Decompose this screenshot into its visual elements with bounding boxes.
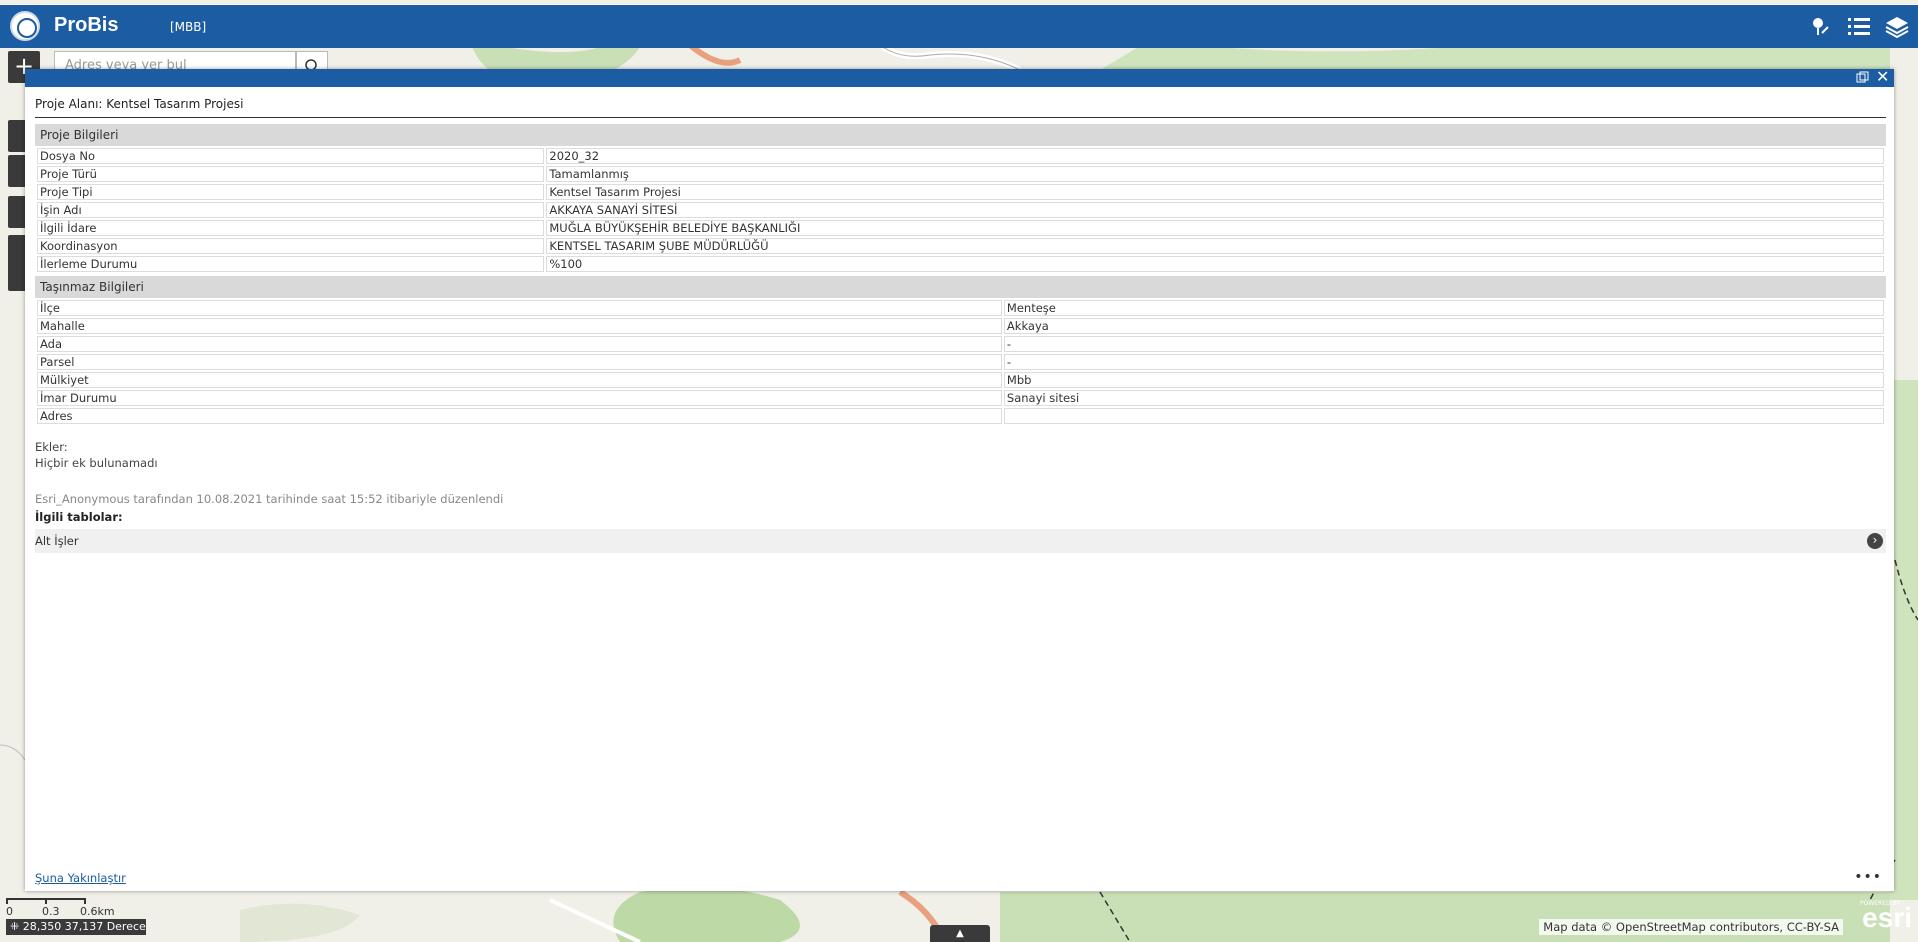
attribute-value (1003, 408, 1884, 424)
proje-row: Proje Türü Tamamlanmış (37, 166, 1884, 182)
restore-icon[interactable] (1856, 71, 1869, 84)
attribute-value: Mbb (1003, 372, 1884, 388)
attribute-label: İlerleme Durumu (37, 256, 545, 272)
tasinmaz-row: İmar Durumu Sanayi sitesi (37, 390, 1884, 406)
attribute-value: Tamamlanmış (546, 166, 1884, 182)
scale-label-0: 0 (6, 905, 13, 918)
attribute-label: Proje Tipi (37, 184, 545, 200)
attribute-value: 2020_32 (546, 148, 1884, 164)
attribute-label: Koordinasyon (37, 238, 545, 254)
edit-info: Esri_Anonymous tarafından 10.08.2021 tar… (35, 492, 504, 506)
app-subtitle: [MBB] (170, 20, 207, 34)
chevron-right-icon[interactable]: › (1867, 533, 1883, 549)
app-logo (10, 11, 40, 41)
attribute-label: Adres (37, 408, 1002, 424)
attribute-label: Mahalle (37, 318, 1002, 334)
attribute-value: Akkaya (1003, 318, 1884, 334)
proje-row: Koordinasyon KENTSEL TASARIM ŞUBE MÜDÜRLÜ… (37, 238, 1884, 254)
scale-label-end: 0.6km (80, 905, 115, 918)
coordinate-text: 28,350 37,137 Derece (22, 920, 146, 933)
expand-panel-button[interactable]: ▲ (930, 925, 990, 942)
tasinmaz-row: Mahalle Akkaya (37, 318, 1884, 334)
related-table-item[interactable]: Alt İşler › (35, 529, 1886, 553)
popup-content: Proje Alanı: Kentsel Tasarım Projesi Pro… (35, 87, 1886, 891)
proje-row: Proje Tipi Kentsel Tasarım Projesi (37, 184, 1884, 200)
tasinmaz-row: Mülkiyet Mbb (37, 372, 1884, 388)
more-options-icon[interactable]: ••• (1854, 869, 1882, 885)
list-icon[interactable] (1846, 15, 1872, 39)
tasinmaz-row: Adres (37, 408, 1884, 424)
tasinmaz-row: Parsel - (37, 354, 1884, 370)
related-tables-label: İlgili tablolar: (35, 510, 123, 524)
zoom-to-link[interactable]: Şuna Yakınlaştır (35, 871, 126, 885)
attribute-label: İlçe (37, 300, 1002, 316)
attribute-label: İşin Adı (37, 202, 545, 218)
proje-row: İlerleme Durumu %100 (37, 256, 1884, 272)
attribute-value: %100 (546, 256, 1884, 272)
attribute-value: - (1003, 336, 1884, 352)
attribute-label: Parsel (37, 354, 1002, 370)
proje-row: Dosya No 2020_32 (37, 148, 1884, 164)
related-table-label: Alt İşler (35, 534, 79, 548)
attribute-label: Mülkiyet (37, 372, 1002, 388)
tasinmaz-row: İlçe Menteşe (37, 300, 1884, 316)
chevron-up-icon: ▲ (956, 928, 964, 939)
attribute-value: Sanayi sitesi (1003, 390, 1884, 406)
attachments-label: Ekler: (35, 440, 68, 454)
layers-icon[interactable] (1884, 15, 1910, 39)
section-header-proje: Proje Bilgileri (35, 124, 1886, 146)
proje-row: İlgili İdare MUĞLA BÜYÜKŞEHİR BELEDİYE BA… (37, 220, 1884, 236)
attribute-value: KENTSEL TASARIM ŞUBE MÜDÜRLÜĞÜ (546, 238, 1884, 254)
app-header: ProBis [MBB] (0, 4, 1918, 48)
location-tool-icon[interactable] (1808, 15, 1834, 39)
attribute-value: MUĞLA BÜYÜKŞEHİR BELEDİYE BAŞKANLIĞI (546, 220, 1884, 236)
scale-label-mid: 0.3 (42, 905, 60, 918)
attribute-value: - (1003, 354, 1884, 370)
attribute-value: Kentsel Tasarım Projesi (546, 184, 1884, 200)
attribute-table-proje: Dosya No 2020_32 Proje Türü Tamamlanmış Proj… (35, 146, 1886, 274)
attribute-label: Proje Türü (37, 166, 545, 182)
close-icon[interactable]: ✕ (1876, 69, 1890, 85)
app-title: ProBis (54, 14, 119, 36)
attribute-value: AKKAYA SANAYİ SİTESİ (546, 202, 1884, 218)
crosshair-icon: ⁜ (10, 920, 23, 933)
section-header-tasinmaz: Taşınmaz Bilgileri (35, 276, 1886, 298)
popup-heading: Proje Alanı: Kentsel Tasarım Projesi (35, 87, 1886, 118)
attribute-label: Ada (37, 336, 1002, 352)
attribute-label: Dosya No (37, 148, 545, 164)
map-attribution: Map data © OpenStreetMap contributors, C… (1539, 919, 1843, 935)
attribute-table-tasinmaz: İlçe Menteşe Mahalle Akkaya Ada - Parsel - Mülki… (35, 298, 1886, 426)
tasinmaz-row: Ada - (37, 336, 1884, 352)
coordinate-display[interactable]: ⁜ 28,350 37,137 Derece (6, 919, 146, 935)
feature-popup: ✕ Proje Alanı: Kentsel Tasarım Projesi P… (25, 69, 1894, 891)
attribute-value: Menteşe (1003, 300, 1884, 316)
attribute-label: İlgili İdare (37, 220, 545, 236)
attribute-label: İmar Durumu (37, 390, 1002, 406)
popup-titlebar: ✕ (25, 69, 1894, 87)
attachments-empty: Hiçbir ek bulunamadı (35, 456, 158, 470)
scale-bar (6, 898, 86, 904)
proje-row: İşin Adı AKKAYA SANAYİ SİTESİ (37, 202, 1884, 218)
esri-logo[interactable]: esri (1862, 902, 1912, 934)
